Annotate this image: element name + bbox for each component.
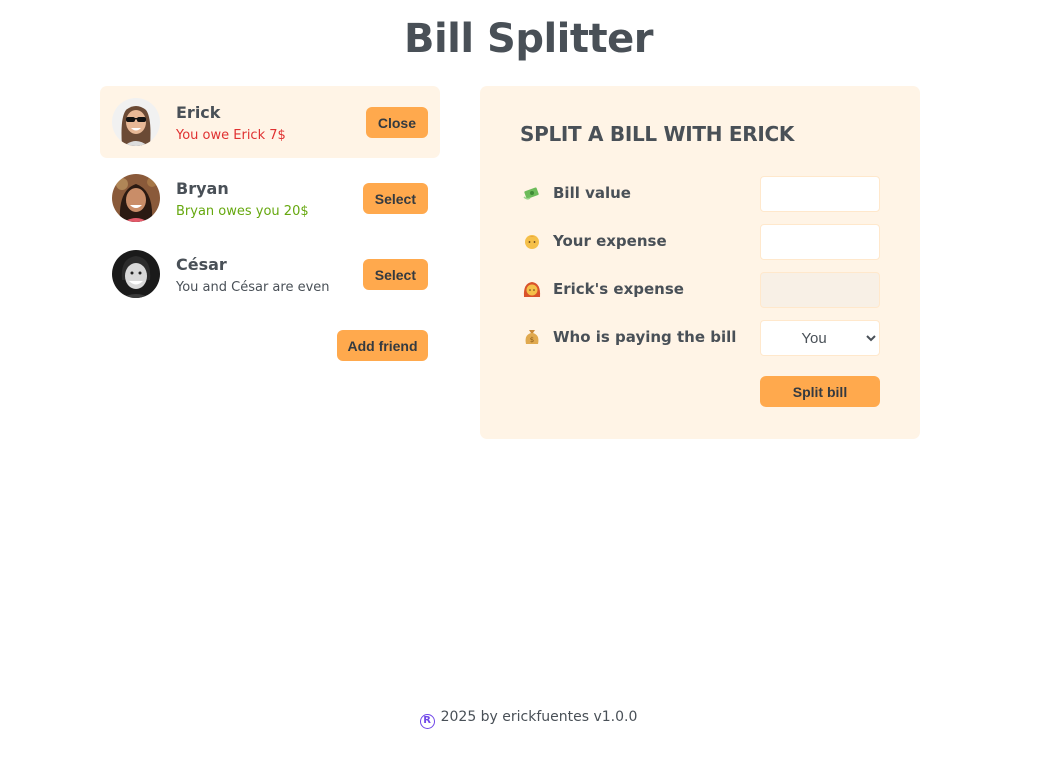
woman-red-hair-icon [522,279,542,299]
select-button[interactable]: Select [362,259,428,290]
close-button[interactable]: Close [365,107,428,138]
svg-text:$: $ [530,336,534,344]
friend-expense-label: Erick's expense [553,280,684,298]
money-with-wings-icon [522,183,542,203]
avatar [112,98,160,146]
money-bag-icon: $ [522,327,542,347]
payer-select[interactable]: You [760,320,880,356]
your-expense-input[interactable] [760,224,880,260]
footer: R 2025 by erickfuentes v1.0.0 [0,709,1057,729]
registered-icon: R [419,714,435,729]
avatar [112,250,160,298]
friend-item-cesar: César You and César are even Select [100,238,440,310]
friend-balance: You and César are even [176,280,330,295]
split-bill-button[interactable]: Split bill [760,376,880,407]
friend-name: Bryan [176,179,229,198]
your-expense-label: Your expense [553,232,667,250]
payer-row: $ Who is paying the bill You [520,320,880,356]
friend-item-erick: Erick You owe Erick 7$ Close [100,86,440,158]
person-icon [522,231,542,251]
footer-text: 2025 by erickfuentes v1.0.0 [440,709,638,725]
payer-label: Who is paying the bill [553,328,737,346]
avatar [112,174,160,222]
bill-value-row: Bill value [520,176,880,212]
app-root: Bill Splitter Erick You owe Erick 7$ Clo… [0,0,1057,766]
friend-balance: You owe Erick 7$ [176,128,286,143]
split-bill-form: Split a bill with Erick Bill value [480,86,920,439]
select-button[interactable]: Select [362,183,428,214]
page-title: Bill Splitter [403,16,654,62]
friend-expense-input [760,272,880,308]
friend-name: Erick [176,103,221,122]
friend-expense-row: Erick's expense [520,272,880,308]
friend-name: César [176,255,227,274]
bill-value-label: Bill value [553,184,631,202]
bill-value-input[interactable] [760,176,880,212]
your-expense-row: Your expense [520,224,880,260]
friend-item-bryan: Bryan Bryan owes you 20$ Select [100,162,440,234]
friend-balance: Bryan owes you 20$ [176,204,309,219]
split-form-title: Split a bill with Erick [520,122,795,146]
add-friend-button[interactable]: Add friend [337,330,428,361]
